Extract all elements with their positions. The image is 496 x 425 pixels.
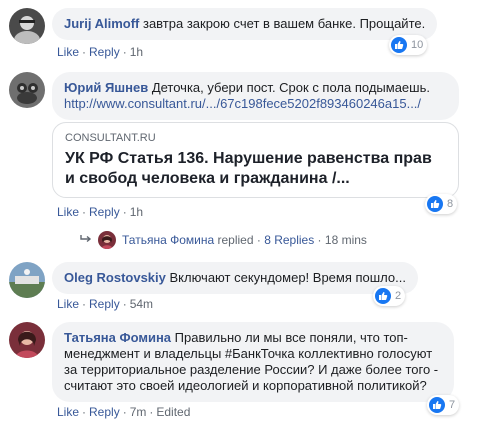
link-preview[interactable]: CONSULTANT.RU УК РФ Статья 136. Нарушени… [52,122,459,198]
replies-time: 18 mins [324,233,367,247]
comment-author[interactable]: Татьяна Фомина [64,330,171,345]
comment-bubble: Oleg Rostovskiy Включают секундомер! Вре… [52,262,418,294]
comment-text: завтра закрою счет в вашем банке. Прощай… [142,16,426,31]
comment-1: Jurij Alimoff завтра закрою счет в вашем… [0,0,496,60]
reply-button[interactable]: Reply [89,205,120,219]
thumbs-up-icon [427,196,443,212]
avatar[interactable] [9,8,45,44]
thumbs-up-icon [429,397,445,413]
edited-label[interactable]: Edited [156,405,190,419]
comment-author[interactable]: Юрий Яшнев [64,80,148,95]
reply-button[interactable]: Reply [89,297,120,311]
comment-bubble: Татьяна Фомина Правильно ли мы все понял… [52,322,454,402]
avatar[interactable] [9,72,45,108]
reactions-count[interactable]: 2 [373,286,406,306]
like-button[interactable]: Like [57,297,79,311]
reactions-count[interactable]: 10 [389,35,428,55]
reactions-number: 10 [411,39,424,51]
comment-text: Включают секундомер! Время пошло... [169,270,406,285]
comment-actions: Like · Reply · 7m · Edited [57,405,191,419]
reply-button[interactable]: Reply [89,45,120,59]
comment-time[interactable]: 54m [130,297,153,311]
comment-text: Деточка, убери пост. Срок с пола подымае… [151,80,430,95]
comment-actions: Like · Reply · 1h [57,45,144,59]
preview-title[interactable]: УК РФ Статья 136. Нарушение равенства пр… [65,149,446,189]
avatar[interactable] [9,322,45,358]
reactions-number: 8 [447,198,454,210]
reactions-count[interactable]: 8 [425,194,458,214]
comment-bubble: Юрий Яшнев Деточка, убери пост. Срок с п… [52,72,459,120]
comment-actions: Like · Reply · 54m [57,297,154,311]
comment-author[interactable]: Jurij Alimoff [64,16,139,31]
avatar[interactable] [9,262,45,298]
reactions-count[interactable]: 7 [427,395,460,415]
comment-time[interactable]: 1h [130,205,143,219]
view-replies[interactable]: Татьяна Фомина replied · 8 Replies · 18 … [80,230,367,250]
comment-link[interactable]: http://www.consultant.ru/.../67c198fece5… [64,96,421,111]
comment-time[interactable]: 1h [130,45,143,59]
thumbs-up-icon [375,288,391,304]
like-button[interactable]: Like [57,205,79,219]
replied-label: replied [217,233,254,247]
comment-actions: Like · Reply · 1h [57,205,144,219]
replies-count[interactable]: 8 Replies [264,233,314,247]
reply-arrow-icon [80,233,92,247]
replier-name[interactable]: Татьяна Фомина [122,233,214,247]
comment-bubble: Jurij Alimoff завтра закрою счет в вашем… [52,8,438,40]
reactions-number: 7 [449,399,456,411]
preview-domain: CONSULTANT.RU [65,132,156,144]
reply-button[interactable]: Reply [89,405,120,419]
reactions-number: 2 [395,290,402,302]
like-button[interactable]: Like [57,45,79,59]
avatar [98,231,116,249]
like-button[interactable]: Like [57,405,79,419]
thumbs-up-icon [391,37,407,53]
comment-author[interactable]: Oleg Rostovskiy [64,270,166,285]
comment-time[interactable]: 7m [130,405,147,419]
